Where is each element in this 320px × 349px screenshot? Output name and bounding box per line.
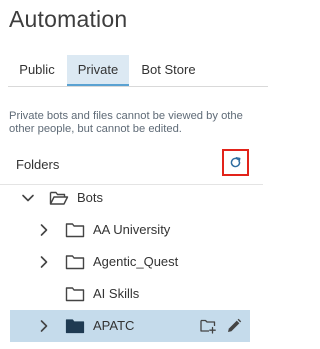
folders-header: Folders [0, 146, 263, 185]
tab-bot-store[interactable]: Bot Store [129, 55, 208, 85]
private-description: Private bots and files cannot be viewed … [9, 110, 263, 136]
add-folder-icon[interactable] [200, 318, 216, 334]
tree-item-label: Bots [77, 190, 104, 205]
refresh-button[interactable] [222, 149, 249, 176]
folder-icon [65, 223, 85, 238]
folder-icon [65, 287, 85, 302]
tree-item-agentic-quest[interactable]: Agentic_Quest [10, 246, 250, 278]
chevron-right-icon[interactable] [37, 255, 51, 269]
tree-item-apatc[interactable]: APATC [10, 310, 250, 342]
tree-item-label: Agentic_Quest [93, 254, 179, 269]
description-line-1: Private bots and files cannot be viewed … [9, 110, 243, 122]
tab-private[interactable]: Private [67, 55, 129, 86]
page-title: Automation [9, 6, 128, 32]
tree-item-label: AI Skills [93, 286, 140, 301]
folders-label: Folders [16, 157, 60, 172]
tree-item-label: AA University [93, 222, 171, 237]
tree-item-aa-university[interactable]: AA University [10, 214, 250, 246]
edit-pencil-icon[interactable] [226, 318, 242, 334]
tab-public[interactable]: Public [8, 55, 66, 85]
chevron-right-icon[interactable] [37, 223, 51, 237]
folder-icon [65, 255, 85, 270]
folder-open-icon [49, 191, 69, 205]
refresh-icon [230, 157, 241, 168]
tree-item-bots[interactable]: Bots [10, 182, 250, 214]
description-line-2: other people, but cannot be edited. [9, 123, 182, 135]
folder-filled-icon [65, 319, 85, 334]
chevron-down-icon[interactable] [21, 191, 35, 205]
chevron-right-icon[interactable] [37, 319, 51, 333]
tree-item-label: APATC [93, 318, 135, 333]
tree-item-ai-skills[interactable]: AI Skills [10, 278, 250, 310]
tab-bar: Public Private Bot Store [8, 55, 268, 87]
